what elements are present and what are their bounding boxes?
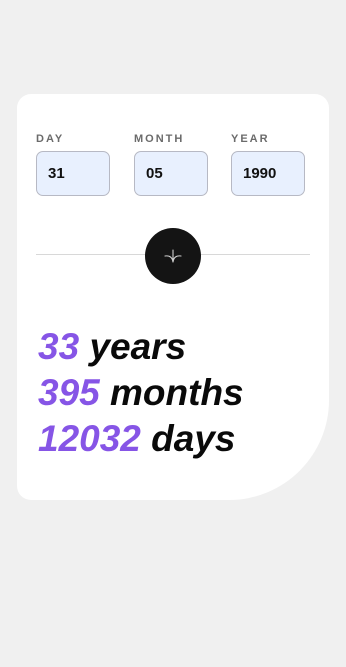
days-unit: days [151, 418, 236, 459]
years-result: 33 years [38, 324, 244, 370]
month-field-group: MONTH [134, 134, 208, 196]
year-input[interactable] [231, 151, 305, 196]
calculate-button[interactable] [145, 228, 201, 284]
day-label: DAY [36, 133, 65, 145]
months-unit: months [110, 372, 244, 413]
months-value: 395 [38, 372, 100, 413]
year-label: YEAR [231, 133, 270, 145]
day-field-group: DAY [36, 134, 110, 196]
arrow-down-icon [164, 249, 182, 263]
years-value: 33 [38, 326, 80, 367]
day-input[interactable] [36, 151, 110, 196]
days-value: 12032 [38, 418, 141, 459]
months-result: 395 months [38, 370, 244, 416]
month-label: MONTH [134, 133, 185, 145]
years-unit: years [89, 326, 187, 367]
age-calculator-card: DAY MONTH YEAR 33 years 395 months 12032… [17, 94, 329, 500]
days-result: 12032 days [38, 416, 244, 462]
results: 33 years 395 months 12032 days [38, 324, 244, 462]
year-field-group: YEAR [231, 134, 305, 196]
month-input[interactable] [134, 151, 208, 196]
